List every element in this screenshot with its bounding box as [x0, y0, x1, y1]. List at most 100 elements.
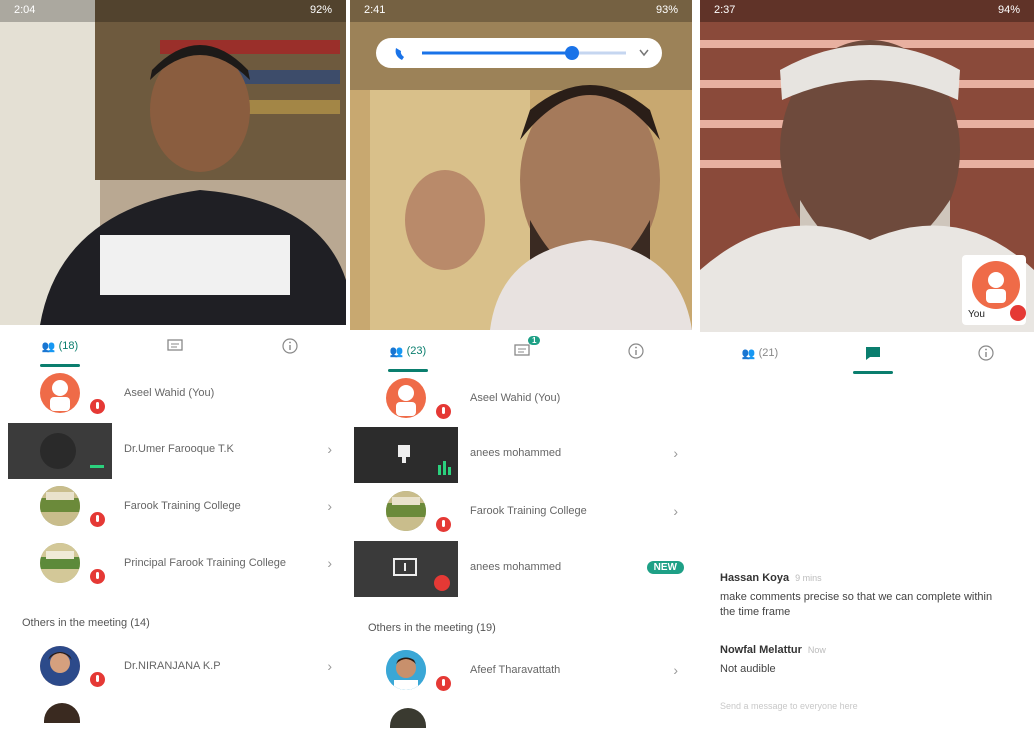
tab-info[interactable]	[586, 330, 686, 372]
chevron-right-icon: ›	[327, 498, 332, 514]
status-battery: 94%	[997, 4, 1020, 16]
participant-name: Afeef Tharavattath	[470, 664, 561, 676]
participant-row[interactable]: Aseel Wahid (You)	[0, 367, 346, 423]
participant-name: Aseel Wahid (You)	[124, 387, 215, 399]
tab-people[interactable]: 👥 (23)	[358, 330, 458, 372]
avatar	[40, 486, 80, 526]
chevron-right-icon: ›	[327, 658, 332, 674]
chat-icon	[866, 347, 880, 360]
participant-name: Farook Training College	[470, 505, 587, 517]
people-count: (21)	[758, 347, 779, 359]
mic-off-icon	[436, 517, 451, 532]
new-badge: NEW	[646, 561, 684, 574]
participant-name: anees mohammed	[470, 447, 562, 459]
participant-row[interactable]: Farook Training College ›	[0, 480, 346, 536]
chat-unread-badge: 1	[528, 336, 541, 345]
tab-info[interactable]	[240, 325, 340, 367]
message-author: Nowfal Melattur	[720, 644, 802, 656]
participant-row[interactable]: anees mohammed NEW	[350, 541, 692, 597]
participant-name: Aseel Wahid (You)	[470, 392, 561, 404]
participant-row[interactable]: Aseel Wahid (You)	[350, 372, 692, 428]
people-count: (18)	[58, 340, 79, 352]
video-thumbnail	[354, 541, 458, 597]
avatar-partial	[390, 708, 426, 728]
avatar	[386, 378, 426, 418]
tab-info[interactable]	[936, 332, 1034, 374]
status-battery: 92%	[309, 4, 332, 16]
chevron-right-icon: ›	[327, 441, 332, 457]
message-text: Not audible	[720, 663, 776, 675]
video-thumbnail	[354, 427, 458, 483]
chat-icon	[167, 339, 183, 351]
mic-off-icon	[90, 672, 105, 687]
self-preview-tile[interactable]: You	[962, 255, 1026, 325]
video-feed	[0, 0, 346, 325]
status-time: 2:41	[364, 4, 386, 16]
avatar-partial	[44, 703, 80, 723]
participant-name: anees mohammed	[470, 561, 562, 573]
chat-message: Hassan Koya 9 mins make comments precise …	[720, 568, 1010, 620]
participant-name: Principal Farook Training College	[124, 557, 287, 569]
participant-row[interactable]: Principal Farook Training College ›	[0, 537, 346, 593]
pin-icon	[398, 445, 410, 457]
avatar	[40, 646, 80, 686]
avatar	[386, 650, 426, 690]
others-section-label: Others in the meeting (14)	[22, 617, 150, 629]
participant-name: Farook Training College	[124, 500, 241, 512]
tab-chat[interactable]: 1	[472, 330, 572, 372]
volume-slider-bar[interactable]	[376, 38, 662, 68]
people-icon: 👥	[389, 345, 404, 358]
tab-bar: 👥 (18)	[0, 325, 346, 367]
status-bar: 2:04 92%	[0, 0, 346, 20]
chat-icon	[514, 344, 530, 356]
chat-message: Nowfal Melattur Now Not audible	[720, 640, 1010, 677]
people-count: (23)	[406, 345, 427, 357]
tab-people[interactable]: 👥 (21)	[710, 332, 810, 374]
meeting-screen-3: 2:37 94% You 👥 (21) Hassan Koya 9 mins ma…	[700, 0, 1034, 735]
message-input[interactable]: Send a message to everyone here	[720, 701, 858, 711]
tab-bar: 👥 (23) 1	[350, 330, 692, 372]
mic-off-icon	[90, 399, 105, 414]
message-time: Now	[807, 645, 826, 655]
message-text: make comments precise so that we can com…	[720, 591, 993, 618]
tab-chat[interactable]	[823, 332, 923, 374]
mic-off-icon	[436, 676, 451, 691]
mic-off-icon	[436, 404, 451, 419]
tab-chat[interactable]	[125, 325, 225, 367]
chevron-right-icon: ›	[673, 445, 678, 461]
message-author: Hassan Koya	[720, 572, 790, 584]
mic-off-icon	[90, 569, 105, 584]
self-label: You	[968, 309, 985, 320]
meeting-screen-2: 2:41 93% 👥 (23) 1 Aseel Wahid (You) anee…	[350, 0, 692, 735]
chevron-right-icon: ›	[673, 662, 678, 678]
tab-people[interactable]: 👥 (18)	[10, 325, 110, 367]
people-icon: 👥	[741, 347, 756, 360]
status-time: 2:04	[14, 4, 36, 16]
tab-bar: 👥 (21)	[700, 332, 1034, 374]
status-battery: 93%	[655, 4, 678, 16]
status-bar: 2:41 93%	[350, 0, 692, 20]
chevron-right-icon: ›	[673, 503, 678, 519]
participant-row[interactable]: Farook Training College ›	[350, 485, 692, 541]
avatar	[40, 543, 80, 583]
avatar	[386, 491, 426, 531]
meeting-screen-1: 2:04 92% 👥 (18) Aseel Wahid (You) Dr.Ume…	[0, 0, 346, 735]
info-icon	[978, 345, 994, 361]
participant-row[interactable]: Dr.NIRANJANA K.P ›	[0, 640, 346, 696]
mic-off-icon	[1010, 305, 1026, 321]
message-time: 9 mins	[795, 573, 822, 583]
participant-row[interactable]: anees mohammed ›	[350, 427, 692, 483]
people-icon: 👥	[41, 340, 56, 353]
avatar	[40, 373, 80, 413]
info-icon	[282, 338, 298, 354]
status-time: 2:37	[714, 4, 736, 16]
video-thumbnail	[8, 423, 112, 479]
participant-row[interactable]: Dr.Umer Farooque T.K ›	[0, 423, 346, 479]
participant-row[interactable]: Afeef Tharavattath ›	[350, 644, 692, 700]
participant-name: Dr.Umer Farooque T.K	[124, 443, 234, 455]
chevron-right-icon: ›	[327, 555, 332, 571]
participant-name: Dr.NIRANJANA K.P	[124, 660, 221, 672]
mic-off-icon	[90, 512, 105, 527]
volume-slider-handle	[565, 46, 579, 60]
info-icon	[628, 343, 644, 359]
